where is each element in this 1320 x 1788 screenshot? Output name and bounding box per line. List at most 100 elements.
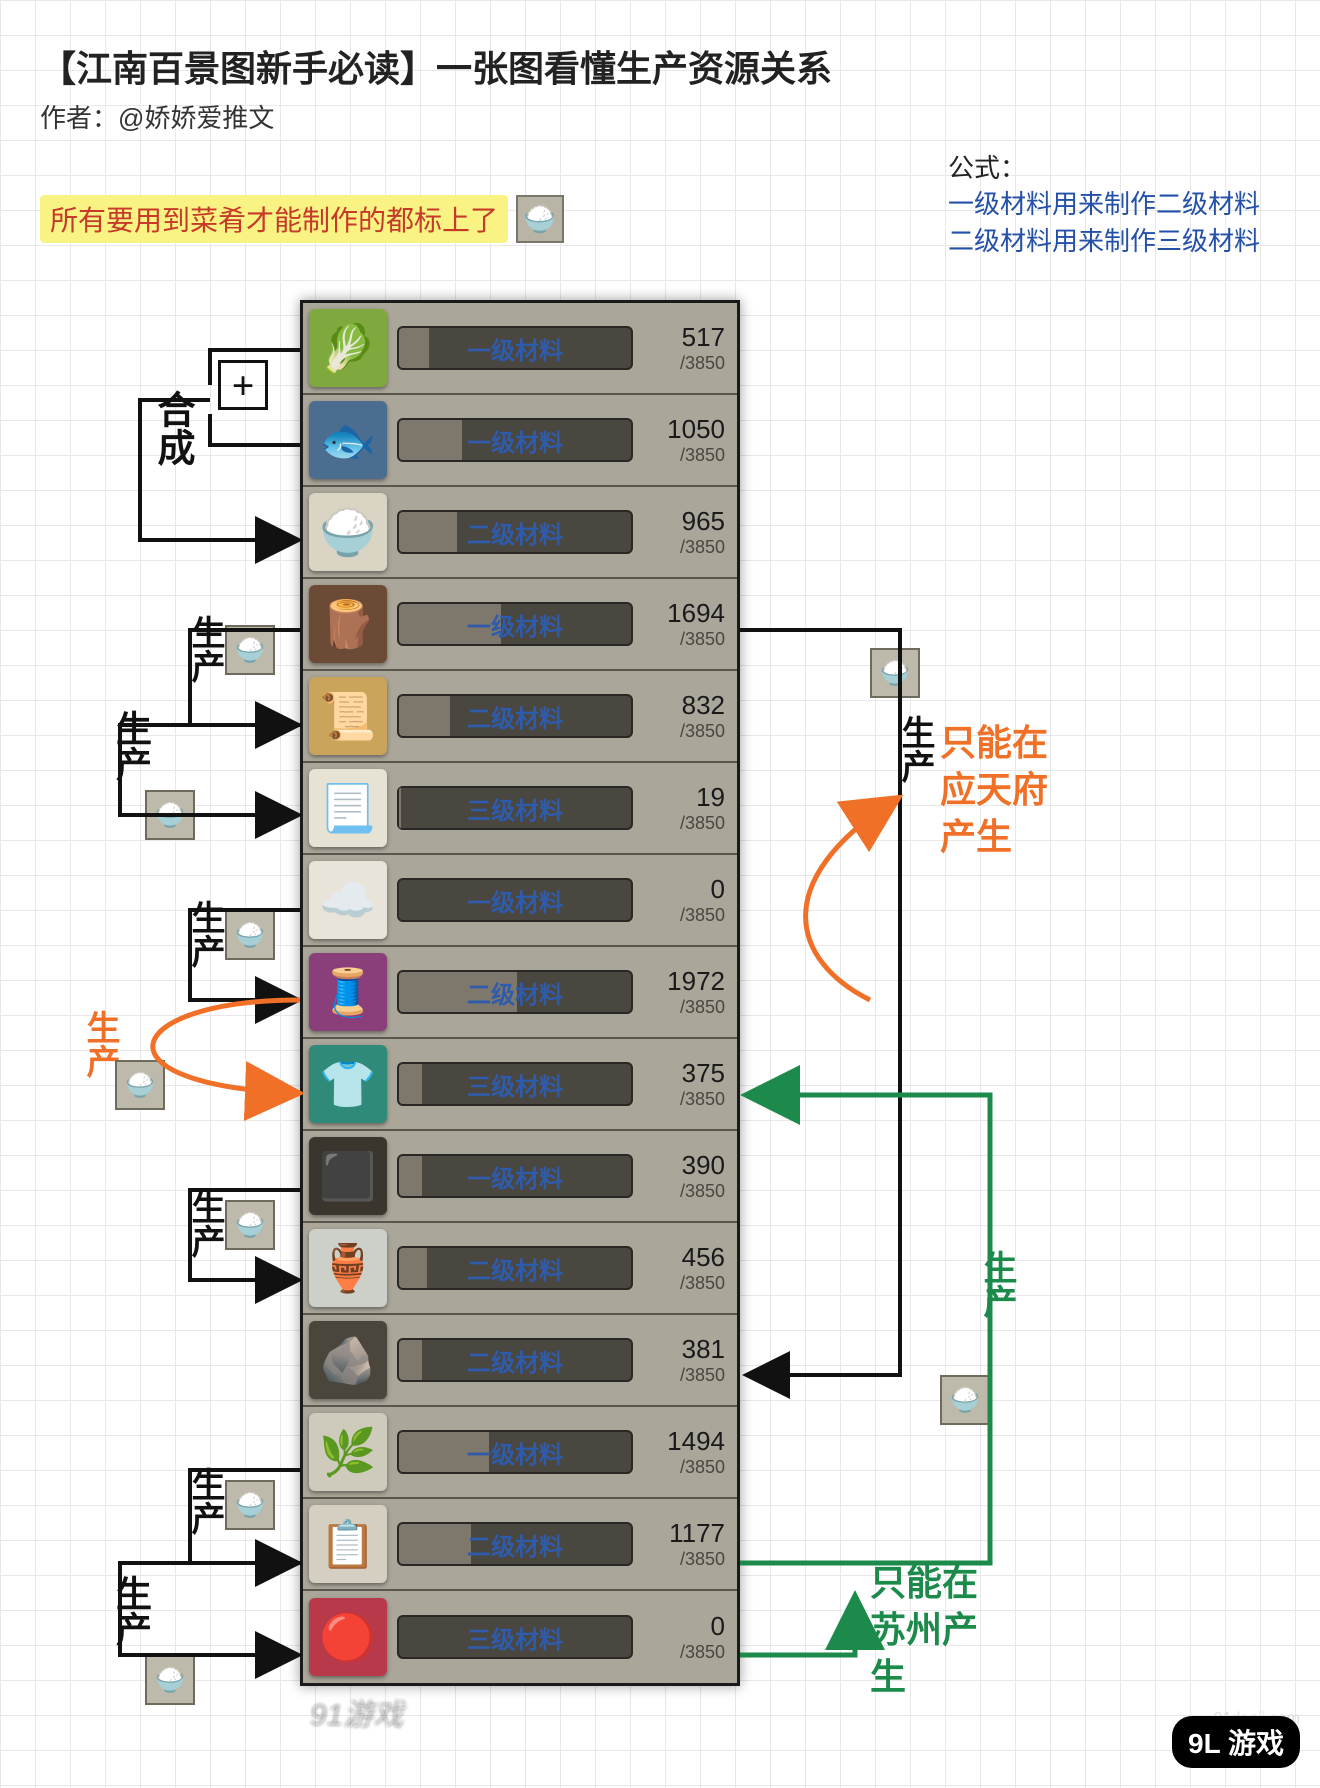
resource-numbers: 390 /3850: [643, 1150, 725, 1202]
resource-current: 456: [643, 1242, 725, 1273]
resource-max: /3850: [643, 629, 725, 650]
resource-row-原木: 🪵 一级材料 1694 /3850: [303, 579, 737, 671]
resource-current: 19: [643, 782, 725, 813]
label-shengchan-5: 生产: [180, 1467, 229, 1535]
resource-bar: 二级材料: [397, 1338, 633, 1382]
resource-icon: 🧵: [309, 953, 387, 1031]
dish-icon-sm-r1: 🍚: [870, 648, 920, 698]
resource-max: /3850: [643, 721, 725, 742]
label-hecheng: 合成: [145, 390, 200, 466]
resource-icon: 🏺: [309, 1229, 387, 1307]
resource-max: /3850: [643, 1089, 725, 1110]
resource-icon: 📜: [309, 677, 387, 755]
note-row: 所有要用到菜肴才能制作的都标上了 🍚: [40, 195, 1280, 243]
label-yingtian: 只能在应天府产生: [940, 720, 1080, 860]
resource-level: 二级材料: [467, 699, 563, 734]
resource-row-鱼肉: 🐟 一级材料 1050 /3850: [303, 395, 737, 487]
resource-level: 一级材料: [467, 883, 563, 918]
resource-row-成衣: 👕 三级材料 375 /3850: [303, 1039, 737, 1131]
resource-numbers: 1177 /3850: [643, 1518, 725, 1570]
resource-row-布匹: 🧵 二级材料 1972 /3850: [303, 947, 737, 1039]
resource-current: 1494: [643, 1426, 725, 1457]
resource-current: 1972: [643, 966, 725, 997]
resource-bar: 三级材料: [397, 1062, 633, 1106]
resource-current: 375: [643, 1058, 725, 1089]
resource-current: 1694: [643, 598, 725, 629]
resource-numbers: 456 /3850: [643, 1242, 725, 1294]
resource-current: 1177: [643, 1518, 725, 1549]
resource-bar: 二级材料: [397, 970, 633, 1014]
resource-max: /3850: [643, 905, 725, 926]
dish-icon-sm-6: 🍚: [225, 1480, 275, 1530]
resource-level: 二级材料: [467, 515, 563, 550]
dish-icon-sm-5: 🍚: [225, 1200, 275, 1250]
dish-icon-sm-3: 🍚: [225, 910, 275, 960]
resource-level: 三级材料: [467, 1620, 563, 1655]
resource-row-瓷器: 🏺 二级材料 456 /3850: [303, 1223, 737, 1315]
plus-box: +: [218, 360, 268, 410]
resource-icon: 🌿: [309, 1413, 387, 1491]
dish-icon-sm-7: 🍚: [145, 1655, 195, 1705]
resource-icon: 🍚: [309, 493, 387, 571]
label-shengchan-4: 生产: [180, 1190, 229, 1258]
resource-icon: 📋: [309, 1505, 387, 1583]
dish-icon-sm-4: 🍚: [115, 1060, 165, 1110]
dish-icon: 🍚: [516, 195, 564, 243]
resource-current: 390: [643, 1150, 725, 1181]
resource-max: /3850: [643, 997, 725, 1018]
resource-level: 二级材料: [467, 975, 563, 1010]
resource-numbers: 381 /3850: [643, 1334, 725, 1386]
dish-icon-sm-2: 🍚: [145, 790, 195, 840]
resource-numbers: 832 /3850: [643, 690, 725, 742]
resource-row-图纸: 📃 三级材料 19 /3850: [303, 763, 737, 855]
resource-level: 三级材料: [467, 1067, 563, 1102]
dish-icon-sm-r2: 🍚: [940, 1375, 990, 1425]
resource-bar: 二级材料: [397, 510, 633, 554]
page-title: 【江南百景图新手必读】一张图看懂生产资源关系: [40, 40, 1280, 92]
resource-row-膏药: 📋 二级材料 1177 /3850: [303, 1499, 737, 1591]
label-shengchan-right2: 生产: [972, 1250, 1021, 1318]
resource-max: /3850: [643, 1273, 725, 1294]
resource-max: /3850: [643, 1181, 725, 1202]
resource-level: 一级材料: [467, 331, 563, 366]
resource-max: /3850: [643, 813, 725, 834]
resource-row-蔬菜: 🥬 一级材料 517 /3850: [303, 303, 737, 395]
resource-bar: 二级材料: [397, 1246, 633, 1290]
resource-icon: 🔴: [309, 1598, 387, 1676]
label-suzhou: 只能在苏州产生: [870, 1560, 990, 1700]
resource-row-草药: 🌿 一级材料 1494 /3850: [303, 1407, 737, 1499]
resource-bar: 一级材料: [397, 602, 633, 646]
resource-current: 1050: [643, 414, 725, 445]
resource-bar: 三级材料: [397, 1615, 633, 1659]
resource-numbers: 517 /3850: [643, 322, 725, 374]
resource-current: 0: [643, 1611, 725, 1642]
resource-row-木板: 📜 二级材料 832 /3850: [303, 671, 737, 763]
content: 【江南百景图新手必读】一张图看懂生产资源关系 作者：@娇娇爱推文 所有要用到菜肴…: [0, 0, 1320, 283]
resource-max: /3850: [643, 445, 725, 466]
resource-numbers: 0 /3850: [643, 874, 725, 926]
label-shengchan-1: 生产: [105, 710, 157, 782]
resource-max: /3850: [643, 1365, 725, 1386]
resource-bar: 一级材料: [397, 878, 633, 922]
resource-numbers: 965 /3850: [643, 506, 725, 558]
resource-row-丹丸: 🔴 三级材料 0 /3850: [303, 1591, 737, 1683]
author: 作者：@娇娇爱推文: [40, 98, 1280, 135]
resource-level: 一级材料: [467, 1159, 563, 1194]
resource-numbers: 1972 /3850: [643, 966, 725, 1018]
resource-level: 三级材料: [467, 791, 563, 826]
resource-bar: 三级材料: [397, 786, 633, 830]
resource-numbers: 19 /3850: [643, 782, 725, 834]
resource-row-原矿: ⬛ 一级材料 390 /3850: [303, 1131, 737, 1223]
watermark-logo: 9L 游戏: [1172, 1716, 1300, 1768]
resource-numbers: 375 /3850: [643, 1058, 725, 1110]
resource-bar: 一级材料: [397, 326, 633, 370]
resource-row-炭: 🪨 二级材料 381 /3850: [303, 1315, 737, 1407]
dish-icon-sm-1: 🍚: [225, 625, 275, 675]
resource-icon: 🐟: [309, 401, 387, 479]
note-highlight: 所有要用到菜肴才能制作的都标上了: [40, 195, 508, 243]
resource-numbers: 1494 /3850: [643, 1426, 725, 1478]
resource-current: 0: [643, 874, 725, 905]
resource-current: 832: [643, 690, 725, 721]
resource-numbers: 0 /3850: [643, 1611, 725, 1663]
resource-max: /3850: [643, 1642, 725, 1663]
